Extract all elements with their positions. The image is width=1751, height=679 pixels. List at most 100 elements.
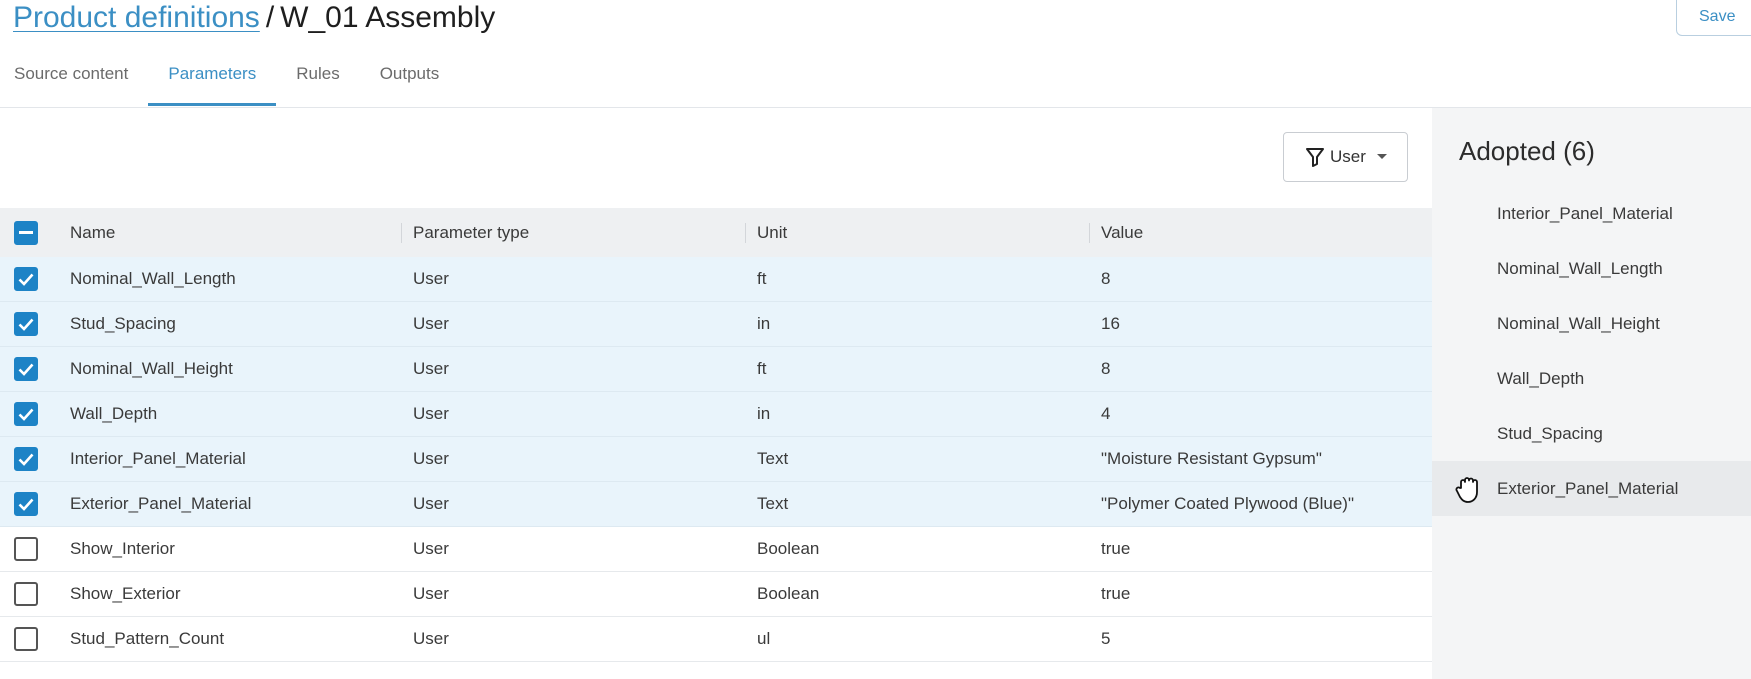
table-row[interactable]: Stud_Spacing User in 16 [0,302,1432,347]
adopted-item[interactable]: Nominal_Wall_Height [1432,296,1751,351]
cell-value: 16 [1101,314,1120,333]
column-divider[interactable] [401,223,402,243]
adopted-item[interactable]: Nominal_Wall_Length [1432,241,1751,296]
row-checkbox[interactable] [14,312,38,336]
checkmark-icon [18,273,34,286]
adopted-item-label: Exterior_Panel_Material [1497,479,1679,498]
cell-unit: ft [757,359,767,378]
checkmark-icon [18,408,34,421]
cell-value: 8 [1101,269,1111,288]
breadcrumb-product-definitions-link[interactable]: Product definitions [13,1,260,34]
table-body: Nominal_Wall_Length User ft 8 Stud_Spacing Us… [0,257,1432,662]
filter-icon [1306,148,1324,167]
breadcrumb-separator: / [265,1,275,34]
tab-source-content[interactable]: Source content [0,58,148,108]
checkmark-icon [18,453,34,466]
cell-unit: ul [757,629,771,648]
cell-parameter-type: User [413,404,449,423]
filter-label: User [1330,147,1366,166]
cell-name: Stud_Spacing [70,314,176,333]
row-checkbox[interactable] [14,492,38,516]
select-all-checkbox[interactable] [14,220,38,245]
column-divider[interactable] [1089,223,1090,243]
adopted-list: Interior_Panel_Material Nominal_Wall_Leng… [1432,186,1751,516]
checkmark-icon [18,318,34,331]
cell-value: "Polymer Coated Plywood (Blue)" [1101,494,1355,513]
cell-parameter-type: User [413,584,449,603]
cell-unit: ft [757,269,767,288]
table-row[interactable]: Show_Interior User Boolean true [0,527,1432,572]
cell-unit: Boolean [757,539,820,558]
row-checkbox[interactable] [14,537,38,561]
cell-name: Wall_Depth [70,404,158,423]
column-header-name[interactable]: Name [58,223,401,243]
cell-value: true [1101,539,1131,558]
cell-unit: Text [757,494,789,513]
row-checkbox[interactable] [14,267,38,291]
parameters-panel: User Name Parameter type Unit Value Nomi… [0,108,1432,679]
table-row[interactable]: Nominal_Wall_Height User ft 8 [0,347,1432,392]
cell-name: Interior_Panel_Material [70,449,246,468]
parameters-table: Name Parameter type Unit Value Nominal_W… [0,208,1432,662]
cell-name: Stud_Pattern_Count [70,629,225,648]
row-checkbox[interactable] [14,627,38,651]
checkmark-icon [18,498,34,511]
cell-unit: in [757,404,771,423]
column-divider[interactable] [745,223,746,243]
filter-dropdown[interactable]: User [1283,132,1408,182]
adopted-panel: Adopted (6) Interior_Panel_Material Nomin… [1432,108,1751,679]
cell-unit: in [757,314,771,333]
column-header-parameter-type[interactable]: Parameter type [401,223,745,243]
cell-value: 8 [1101,359,1111,378]
cell-name: Nominal_Wall_Length [70,269,236,288]
save-button[interactable]: Save [1676,0,1751,36]
cell-name: Show_Exterior [70,584,181,603]
tab-parameters[interactable]: Parameters [148,58,277,108]
adopted-item[interactable]: Wall_Depth [1432,351,1751,406]
adopted-item-label: Nominal_Wall_Length [1497,259,1663,278]
cell-name: Exterior_Panel_Material [70,494,252,513]
cell-unit: Boolean [757,584,820,603]
adopted-item[interactable]: Stud_Spacing [1432,406,1751,461]
table-row[interactable]: Wall_Depth User in 4 [0,392,1432,437]
table-row[interactable]: Show_Exterior User Boolean true [0,572,1432,617]
adopted-item-label: Interior_Panel_Material [1497,204,1673,223]
row-checkbox[interactable] [14,447,38,471]
column-header-value[interactable]: Value [1089,223,1432,243]
grab-hand-icon [1455,477,1478,503]
cell-parameter-type: User [413,449,449,468]
cell-parameter-type: User [413,539,449,558]
cell-unit: Text [757,449,789,468]
table-row[interactable]: Stud_Pattern_Count User ul 5 [0,617,1432,662]
cell-value: "Moisture Resistant Gypsum" [1101,449,1322,468]
adopted-item[interactable]: Exterior_Panel_Material [1432,461,1751,516]
adopted-title: Adopted (6) [1459,136,1595,166]
row-checkbox[interactable] [14,402,38,426]
checkmark-icon [18,363,34,376]
cell-value: 4 [1101,404,1111,423]
tab-outputs[interactable]: Outputs [360,58,460,108]
table-row[interactable]: Nominal_Wall_Length User ft 8 [0,257,1432,302]
cell-value: 5 [1101,629,1111,648]
tab-bar: Source content Parameters Rules Outputs [0,58,459,108]
chevron-down-icon [1376,154,1387,159]
adopted-item-label: Wall_Depth [1497,369,1585,388]
row-checkbox[interactable] [14,582,38,606]
breadcrumb: Product definitions / W_01 Assembly [13,0,495,36]
adopted-item-label: Stud_Spacing [1497,424,1603,443]
adopted-item[interactable]: Interior_Panel_Material [1432,186,1751,241]
cell-value: true [1101,584,1131,603]
cell-parameter-type: User [413,269,449,288]
table-row[interactable]: Exterior_Panel_Material User Text "Polymer … [0,482,1432,527]
page-header: Product definitions / W_01 Assembly Save S… [0,0,1751,108]
breadcrumb-current: W_01 Assembly [280,1,496,34]
cell-parameter-type: User [413,359,449,378]
cell-name: Nominal_Wall_Height [70,359,233,378]
tab-rules[interactable]: Rules [276,58,359,108]
table-row[interactable]: Interior_Panel_Material User Text "Moisture… [0,437,1432,482]
minus-icon [19,230,33,234]
cell-name: Show_Interior [70,539,175,558]
column-header-unit[interactable]: Unit [745,223,1089,243]
cell-parameter-type: User [413,314,449,333]
row-checkbox[interactable] [14,357,38,381]
